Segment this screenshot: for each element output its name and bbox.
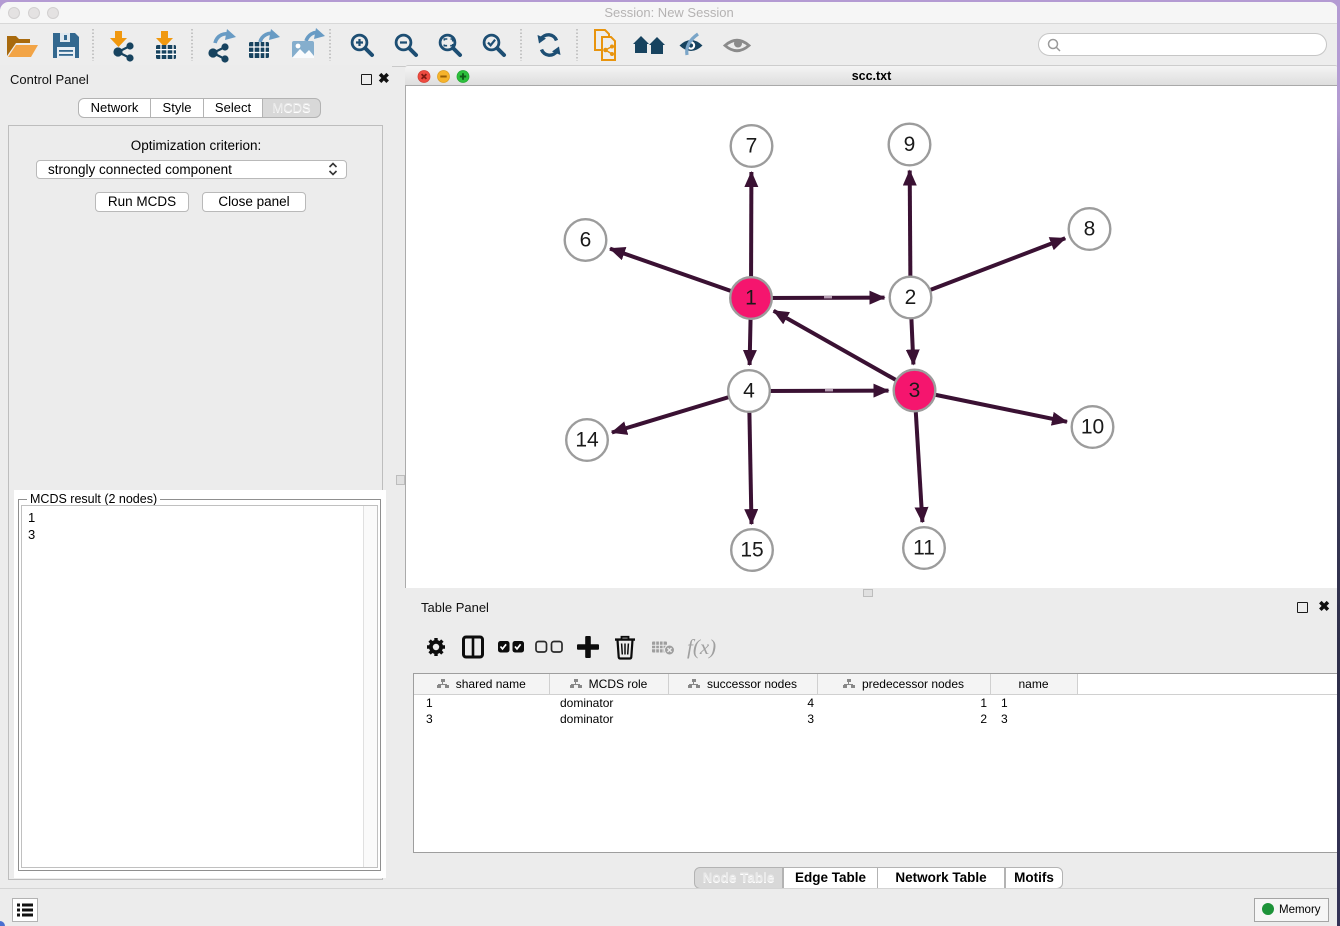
svg-text:7: 7 xyxy=(746,135,758,158)
svg-text:f(x): f(x) xyxy=(687,635,716,659)
svg-text:6: 6 xyxy=(580,229,592,252)
svg-text:9: 9 xyxy=(904,133,916,156)
svg-text:15: 15 xyxy=(740,539,763,562)
svg-text:4: 4 xyxy=(743,380,755,403)
svg-text:3: 3 xyxy=(909,379,921,402)
svg-text:8: 8 xyxy=(1084,218,1096,241)
svg-text:1: 1 xyxy=(745,287,757,310)
svg-text:11: 11 xyxy=(913,537,935,560)
svg-text:2: 2 xyxy=(905,286,917,309)
svg-text:14: 14 xyxy=(575,429,599,452)
svg-text:10: 10 xyxy=(1081,416,1104,439)
